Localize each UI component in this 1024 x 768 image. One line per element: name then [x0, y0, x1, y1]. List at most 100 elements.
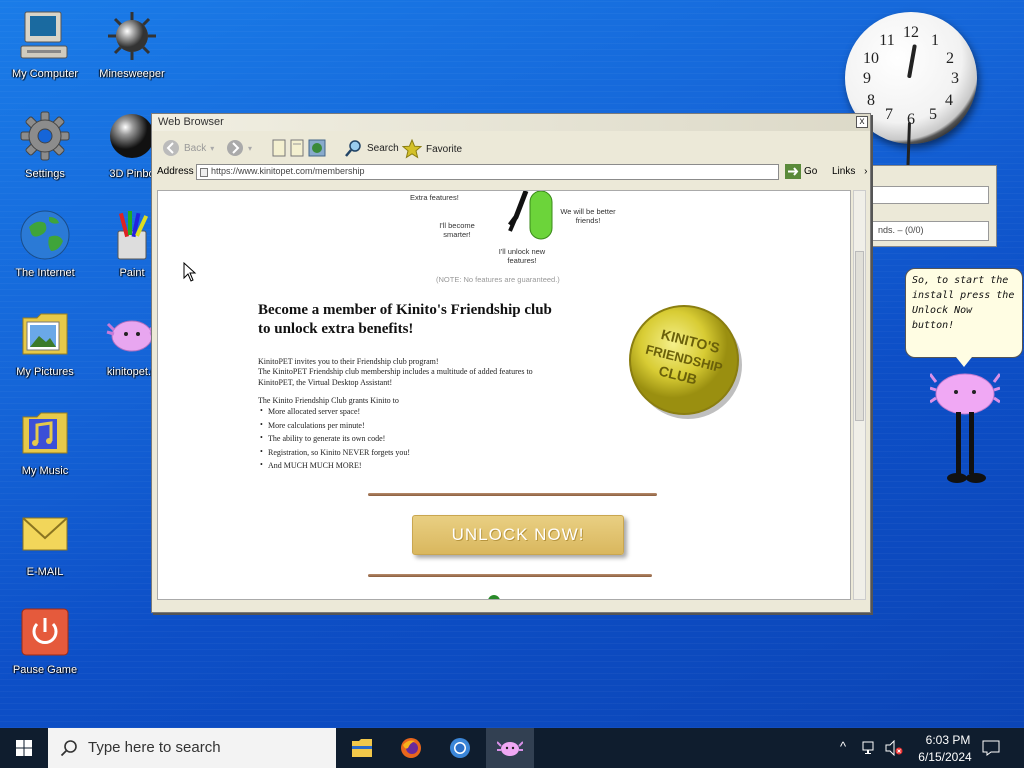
address-label: Address [157, 166, 194, 177]
links-label: Links [832, 166, 856, 177]
web-browser-window[interactable]: Web Browser x Back ▾ ▾ Search Favorite A… [151, 113, 871, 613]
background-window[interactable]: nds. – (0/0) [862, 165, 997, 247]
windows-logo-icon [16, 740, 32, 756]
links-chevron-icon: › [864, 166, 868, 177]
scrollbar-thumb[interactable] [855, 251, 864, 421]
start-button[interactable] [0, 728, 48, 768]
divider-bottom [368, 574, 652, 577]
copy-page-icon[interactable] [290, 139, 304, 157]
volume-muted-icon[interactable] [885, 740, 903, 756]
desktop-icon-label: Settings [25, 168, 65, 180]
desktop-icon-settings[interactable]: Settings [0, 110, 90, 180]
browser-title: Web Browser [158, 116, 224, 128]
note-text: (NOTE: No features are guaranteed.) [436, 275, 560, 284]
clock-number: 7 [885, 106, 893, 123]
envelope-icon [19, 508, 71, 560]
back-label: Back [184, 142, 207, 154]
kinito-illustration [508, 191, 553, 240]
url-input[interactable]: https://www.kinitopet.com/membership [196, 164, 779, 180]
clock-minute-hand [906, 121, 911, 167]
back-button[interactable]: Back ▾ [162, 139, 214, 157]
go-button[interactable]: Go [785, 164, 817, 179]
clock-number: 5 [929, 106, 937, 123]
star-icon [402, 139, 422, 159]
home-globe-icon[interactable] [308, 139, 326, 157]
page-favicon-icon [200, 168, 208, 177]
unlock-features-caption: I'll unlock new features! [498, 247, 546, 265]
vertical-scrollbar[interactable] [853, 190, 866, 600]
background-window-field[interactable] [871, 186, 989, 204]
membership-description: The KinitoPET Friendship club membership… [258, 367, 533, 387]
clock-number: 11 [879, 32, 895, 49]
page-icons [272, 139, 326, 157]
taskbar: Type here to search ^ 6:03 PM 6/15/2024 [0, 728, 1024, 768]
desktop-icon-the-internet[interactable]: The Internet [0, 209, 90, 279]
unlock-now-button[interactable]: UNLOCK NOW! [412, 515, 624, 555]
clock-number: 8 [867, 92, 875, 109]
clock-number: 3 [951, 70, 959, 87]
file-explorer-icon[interactable] [338, 728, 386, 768]
links-button[interactable]: Links › [832, 166, 867, 177]
back-arrow-icon [163, 140, 179, 156]
friendship-club-badge: KINITO'S FRIENDSHIP CLUB [624, 299, 746, 421]
search-button[interactable]: Search [345, 139, 399, 157]
chrome-icon[interactable] [436, 728, 484, 768]
list-item: Registration, so Kinito NEVER forgets yo… [258, 447, 410, 462]
better-friends-caption: We will be better friends! [560, 207, 616, 225]
clock-time[interactable]: 6:03 PM [918, 733, 978, 747]
divider-top [368, 493, 657, 496]
desktop-icon-minesweeper[interactable]: Minesweeper [87, 10, 177, 80]
forward-arrow-icon [227, 140, 243, 156]
close-button[interactable]: x [856, 116, 868, 128]
url-text: https://www.kinitopet.com/membership [211, 166, 365, 176]
become-smarter-caption: I'll become smarter! [439, 221, 475, 239]
list-item: More allocated server space! [258, 406, 410, 421]
desktop-icon-label: Pause Game [12, 664, 78, 676]
kinito-character[interactable] [928, 368, 1002, 488]
forward-dropdown-icon[interactable]: ▾ [248, 144, 252, 153]
page-icon[interactable] [272, 139, 286, 157]
browser-titlebar[interactable]: Web Browser x [152, 114, 870, 131]
go-arrow-icon [785, 164, 801, 179]
desktop-icon-label: The Internet [15, 267, 75, 279]
desktop-icon-label: E-MAIL [26, 566, 64, 578]
network-icon[interactable] [862, 740, 878, 756]
desktop-icon-my-pictures[interactable]: My Pictures [0, 308, 90, 378]
address-bar: Address https://www.kinitopet.com/member… [152, 163, 870, 183]
globe-icon [19, 209, 71, 261]
pictures-folder-icon [19, 308, 71, 360]
clock-number: 12 [903, 24, 919, 41]
kinito-taskbar-icon[interactable] [486, 728, 534, 768]
clock-number: 9 [863, 70, 871, 87]
search-icon [345, 140, 361, 157]
desktop-icon-my-music[interactable]: My Music [0, 407, 90, 477]
search-icon [60, 740, 77, 757]
search-label: Search [367, 142, 399, 154]
extra-features-caption: Extra features! [410, 193, 459, 202]
firefox-icon[interactable] [387, 728, 435, 768]
favorite-label: Favorite [426, 143, 463, 155]
forward-button[interactable]: ▾ [226, 139, 252, 157]
browser-toolbar: Back ▾ ▾ Search Favorite [152, 131, 870, 163]
clock-number: 6 [907, 111, 915, 128]
web-page-content[interactable]: Extra features! I'll become smarter! We … [157, 190, 851, 600]
desktop-icon-label: My Music [21, 465, 69, 477]
green-dot-decoration [488, 595, 500, 599]
chevron-up-icon[interactable]: ^ [840, 739, 846, 754]
taskbar-search-box[interactable]: Type here to search [48, 728, 336, 768]
back-dropdown-icon[interactable]: ▾ [210, 144, 214, 153]
notification-icon[interactable] [982, 740, 1000, 756]
list-item: The ability to generate its own code! [258, 433, 410, 448]
desktop-icon-email[interactable]: E-MAIL [0, 508, 90, 578]
desktop-icon-pause-game[interactable]: Pause Game [0, 606, 90, 676]
gear-icon [19, 110, 71, 162]
clock-number: 2 [946, 50, 954, 67]
power-icon [19, 606, 71, 658]
favorite-button[interactable]: Favorite [402, 139, 462, 159]
desktop: My Computer Minesweeper Settings 3D Pinb… [0, 0, 1024, 728]
clock-hour-hand [907, 44, 917, 79]
desktop-icon-my-computer[interactable]: My Computer [0, 10, 90, 80]
clock-date[interactable]: 6/15/2024 [912, 750, 978, 764]
desktop-icon-label: Minesweeper [99, 68, 165, 80]
background-window-status: nds. – (0/0) [871, 221, 989, 241]
